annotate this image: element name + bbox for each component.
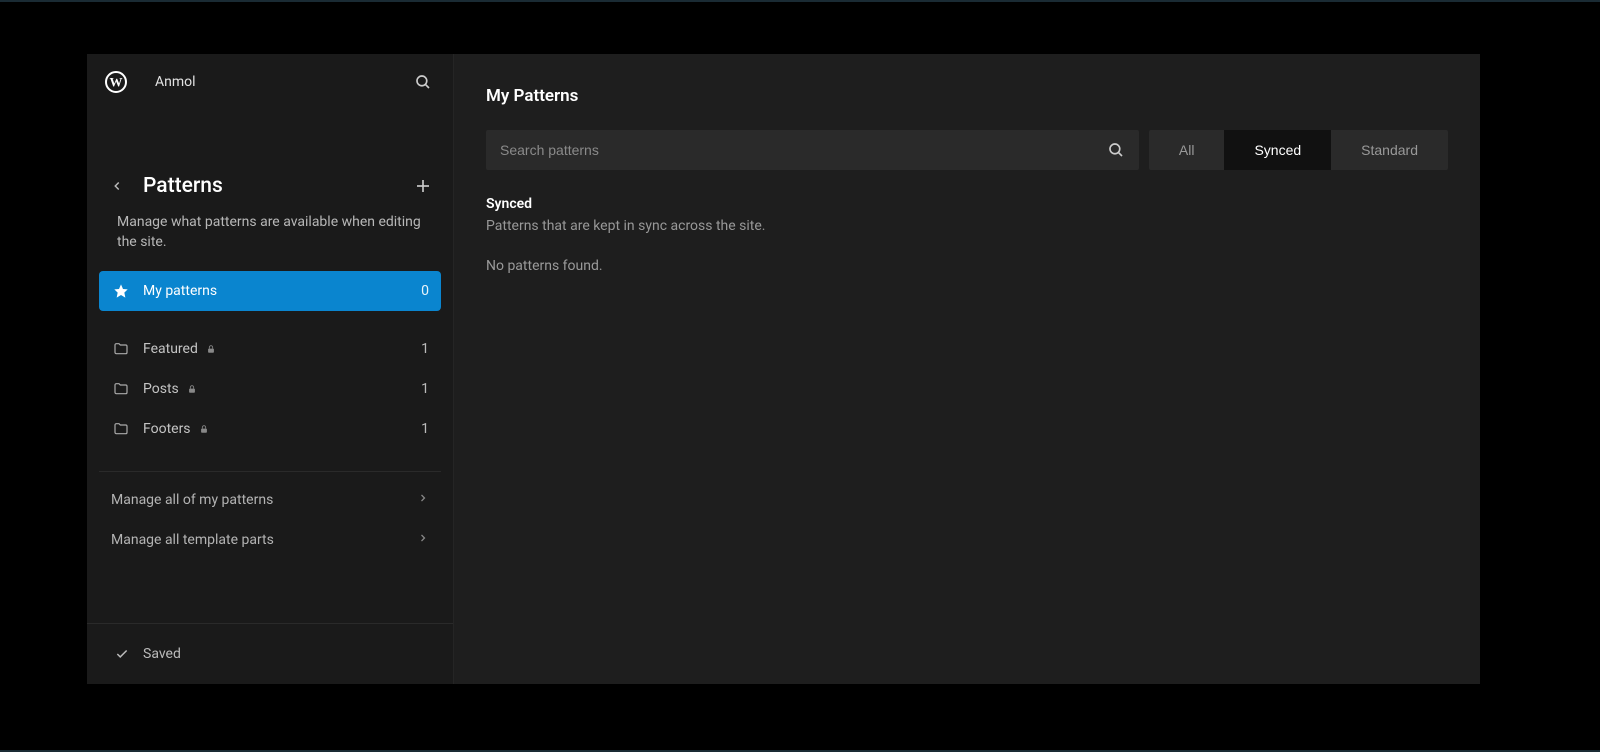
- folder-icon: [111, 381, 131, 397]
- category-count: 1: [421, 381, 429, 397]
- page-title: My Patterns: [486, 86, 1448, 106]
- category-label: Posts: [143, 381, 179, 397]
- group-title: Synced: [486, 196, 1448, 212]
- category-item-posts[interactable]: Posts 1: [99, 369, 441, 409]
- category-list: Featured 1 Posts 1: [87, 315, 453, 459]
- mgmt-label: Manage all template parts: [111, 532, 417, 548]
- group-description: Patterns that are kept in sync across th…: [486, 218, 1448, 234]
- manage-all-template-parts[interactable]: Manage all template parts: [99, 520, 441, 560]
- management-list: Manage all of my patterns Manage all tem…: [87, 472, 453, 568]
- folder-icon: [111, 341, 131, 357]
- add-pattern-button[interactable]: [411, 174, 435, 198]
- sidebar: W Anmol Patterns Manage what patterns ar…: [87, 54, 454, 684]
- folder-icon: [111, 421, 131, 437]
- category-count: 1: [421, 421, 429, 437]
- saved-status: Saved: [143, 646, 181, 662]
- main-content: My Patterns All Synced Standard Synced P…: [454, 54, 1480, 684]
- filter-segmented-control: All Synced Standard: [1149, 130, 1448, 170]
- nav-label: My patterns: [143, 283, 421, 299]
- check-icon: [115, 647, 129, 661]
- category-item-footers[interactable]: Footers 1: [99, 409, 441, 449]
- sidebar-footer: Saved: [87, 623, 453, 684]
- search-icon[interactable]: [411, 70, 435, 94]
- search-field[interactable]: [486, 130, 1139, 170]
- section-description: Manage what patterns are available when …: [87, 204, 453, 271]
- section-title: Patterns: [143, 174, 411, 198]
- filter-all[interactable]: All: [1149, 130, 1225, 170]
- filter-standard[interactable]: Standard: [1331, 130, 1448, 170]
- manage-all-patterns[interactable]: Manage all of my patterns: [99, 480, 441, 520]
- mgmt-label: Manage all of my patterns: [111, 492, 417, 508]
- chevron-right-icon: [417, 532, 429, 548]
- back-button[interactable]: [105, 179, 129, 193]
- category-count: 1: [421, 341, 429, 357]
- search-icon[interactable]: [1107, 141, 1125, 159]
- empty-state: No patterns found.: [486, 258, 1448, 274]
- app-window: W Anmol Patterns Manage what patterns ar…: [87, 54, 1480, 684]
- filter-synced[interactable]: Synced: [1224, 130, 1331, 170]
- toolbar: All Synced Standard: [486, 130, 1448, 170]
- sidebar-item-my-patterns[interactable]: My patterns 0: [99, 271, 441, 311]
- category-label: Featured: [143, 341, 198, 357]
- nav-count: 0: [421, 283, 429, 299]
- section-header: Patterns: [87, 162, 453, 204]
- lock-icon: [199, 424, 209, 434]
- search-input[interactable]: [500, 142, 1107, 158]
- sidebar-header: W Anmol: [87, 54, 453, 110]
- category-item-featured[interactable]: Featured 1: [99, 329, 441, 369]
- sidebar-nav: My patterns 0: [87, 271, 453, 315]
- wordpress-logo-icon[interactable]: W: [105, 71, 127, 93]
- site-name[interactable]: Anmol: [155, 74, 411, 90]
- category-label: Footers: [143, 421, 191, 437]
- lock-icon: [206, 344, 216, 354]
- chevron-right-icon: [417, 492, 429, 508]
- star-icon: [111, 283, 131, 299]
- lock-icon: [187, 384, 197, 394]
- category-item-peek[interactable]: [99, 449, 441, 459]
